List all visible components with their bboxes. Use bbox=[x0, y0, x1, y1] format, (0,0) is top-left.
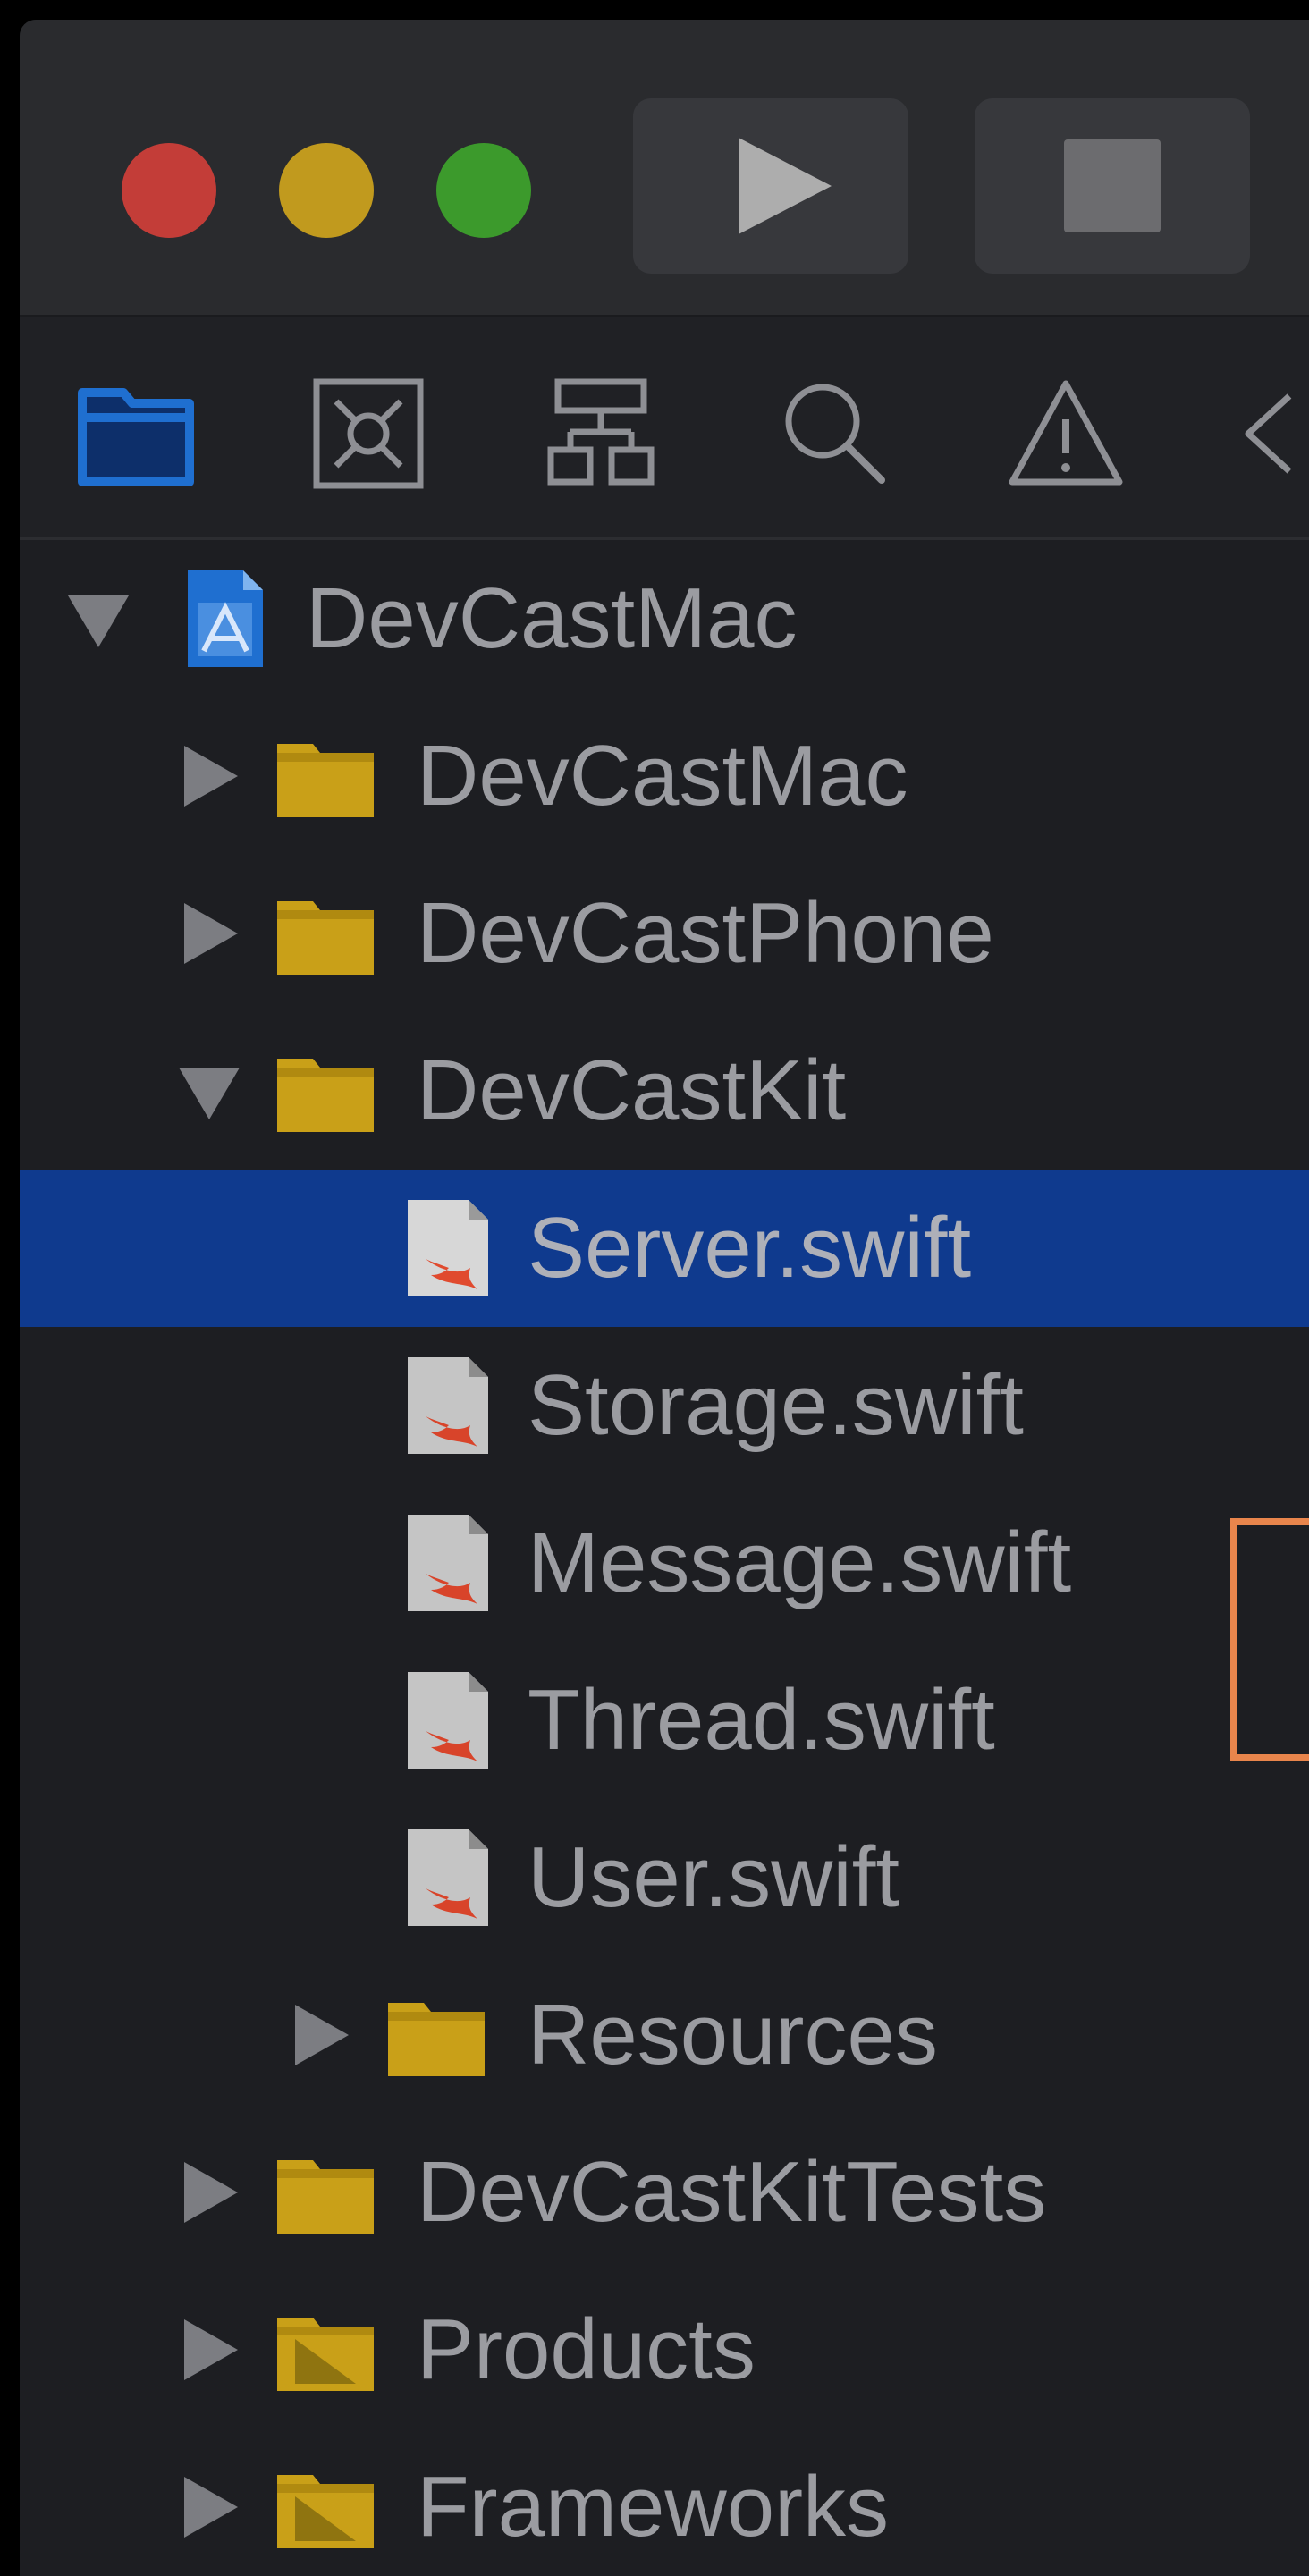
xcode-window: DevCastMac DevCastMac DevCastPhone DevCa… bbox=[20, 20, 1309, 2576]
tree-row-label: User.swift bbox=[528, 1829, 900, 1925]
swift-file-icon bbox=[395, 1354, 499, 1457]
folder-icon bbox=[384, 1983, 488, 2087]
swift-file-icon bbox=[395, 1196, 499, 1300]
tree-row-file[interactable]: Message.swift bbox=[20, 1484, 1309, 1642]
tree-row-label: Thread.swift bbox=[528, 1672, 995, 1768]
play-icon bbox=[739, 138, 832, 234]
tree-row-label: DevCastKit bbox=[417, 1043, 847, 1138]
warning-icon bbox=[1009, 380, 1123, 486]
disclosure-expanded-icon[interactable] bbox=[173, 1055, 245, 1127]
minimize-window-button[interactable] bbox=[279, 143, 374, 238]
tree-row-label: Message.swift bbox=[528, 1515, 1072, 1610]
folder-icon bbox=[274, 1039, 377, 1143]
navigator-selector-bar bbox=[20, 317, 1309, 540]
hierarchy-icon bbox=[547, 378, 654, 486]
tree-row-file[interactable]: Storage.swift bbox=[20, 1327, 1309, 1484]
disclosure-expanded-icon[interactable] bbox=[63, 583, 134, 655]
issue-navigator-tab[interactable] bbox=[1003, 371, 1128, 496]
tree-row-label: Storage.swift bbox=[528, 1357, 1024, 1453]
xcode-project-icon bbox=[173, 567, 277, 671]
tree-row-label: DevCastKitTests bbox=[417, 2144, 1047, 2240]
tree-row-label: Frameworks bbox=[417, 2459, 890, 2555]
highlight-bracket bbox=[1230, 1518, 1309, 1761]
disclosure-collapsed-icon[interactable] bbox=[173, 2471, 245, 2543]
tree-row-label: DevCastMac bbox=[417, 728, 908, 823]
folder-icon bbox=[78, 388, 194, 486]
search-icon bbox=[785, 384, 885, 484]
folder-icon bbox=[274, 882, 377, 985]
tree-row-label: Products bbox=[417, 2302, 756, 2397]
source-control-navigator-tab[interactable] bbox=[306, 371, 431, 496]
tree-row-folder[interactable]: Frameworks bbox=[20, 2428, 1309, 2576]
tree-row-folder[interactable]: DevCastKit bbox=[20, 1012, 1309, 1170]
tree-row-label: DevCastMac bbox=[306, 570, 798, 666]
tree-row-label: Server.swift bbox=[528, 1200, 972, 1296]
tree-row-folder[interactable]: Resources bbox=[20, 1956, 1309, 2114]
stop-icon bbox=[1064, 139, 1161, 232]
tag-icon bbox=[1245, 393, 1292, 474]
swift-file-icon bbox=[395, 1511, 499, 1615]
folder-icon bbox=[274, 2455, 377, 2559]
run-button[interactable] bbox=[633, 98, 908, 274]
tree-row-file-selected[interactable]: Server.swift bbox=[20, 1170, 1309, 1327]
zoom-window-button[interactable] bbox=[436, 143, 531, 238]
tree-row-folder[interactable]: Products bbox=[20, 2271, 1309, 2428]
tree-row-file[interactable]: Thread.swift bbox=[20, 1642, 1309, 1799]
tree-row-label: DevCastPhone bbox=[417, 885, 994, 981]
breakpoint-navigator-tab[interactable] bbox=[1236, 371, 1309, 496]
tree-row-label: Resources bbox=[528, 1987, 938, 2082]
find-navigator-tab[interactable] bbox=[771, 371, 896, 496]
symbol-navigator-tab[interactable] bbox=[538, 371, 663, 496]
tree-row-folder[interactable]: DevCastPhone bbox=[20, 855, 1309, 1012]
toolbar bbox=[20, 20, 1309, 317]
folder-icon bbox=[274, 724, 377, 828]
swift-file-icon bbox=[395, 1826, 499, 1930]
swift-file-icon bbox=[395, 1668, 499, 1772]
close-window-button[interactable] bbox=[122, 143, 216, 238]
project-navigator-tab[interactable] bbox=[73, 371, 198, 496]
stop-button[interactable] bbox=[975, 98, 1250, 274]
folder-icon bbox=[274, 2141, 377, 2244]
disclosure-collapsed-icon[interactable] bbox=[173, 740, 245, 812]
source-control-icon bbox=[313, 378, 424, 489]
tree-row-project[interactable]: DevCastMac bbox=[20, 540, 1309, 697]
tree-row-folder[interactable]: DevCastMac bbox=[20, 697, 1309, 855]
tree-row-file[interactable]: User.swift bbox=[20, 1799, 1309, 1956]
disclosure-collapsed-icon[interactable] bbox=[173, 2157, 245, 2228]
disclosure-collapsed-icon[interactable] bbox=[173, 2314, 245, 2386]
tree-row-folder[interactable]: DevCastKitTests bbox=[20, 2114, 1309, 2271]
folder-icon bbox=[274, 2298, 377, 2402]
disclosure-collapsed-icon[interactable] bbox=[173, 898, 245, 969]
disclosure-collapsed-icon[interactable] bbox=[284, 1999, 356, 2071]
